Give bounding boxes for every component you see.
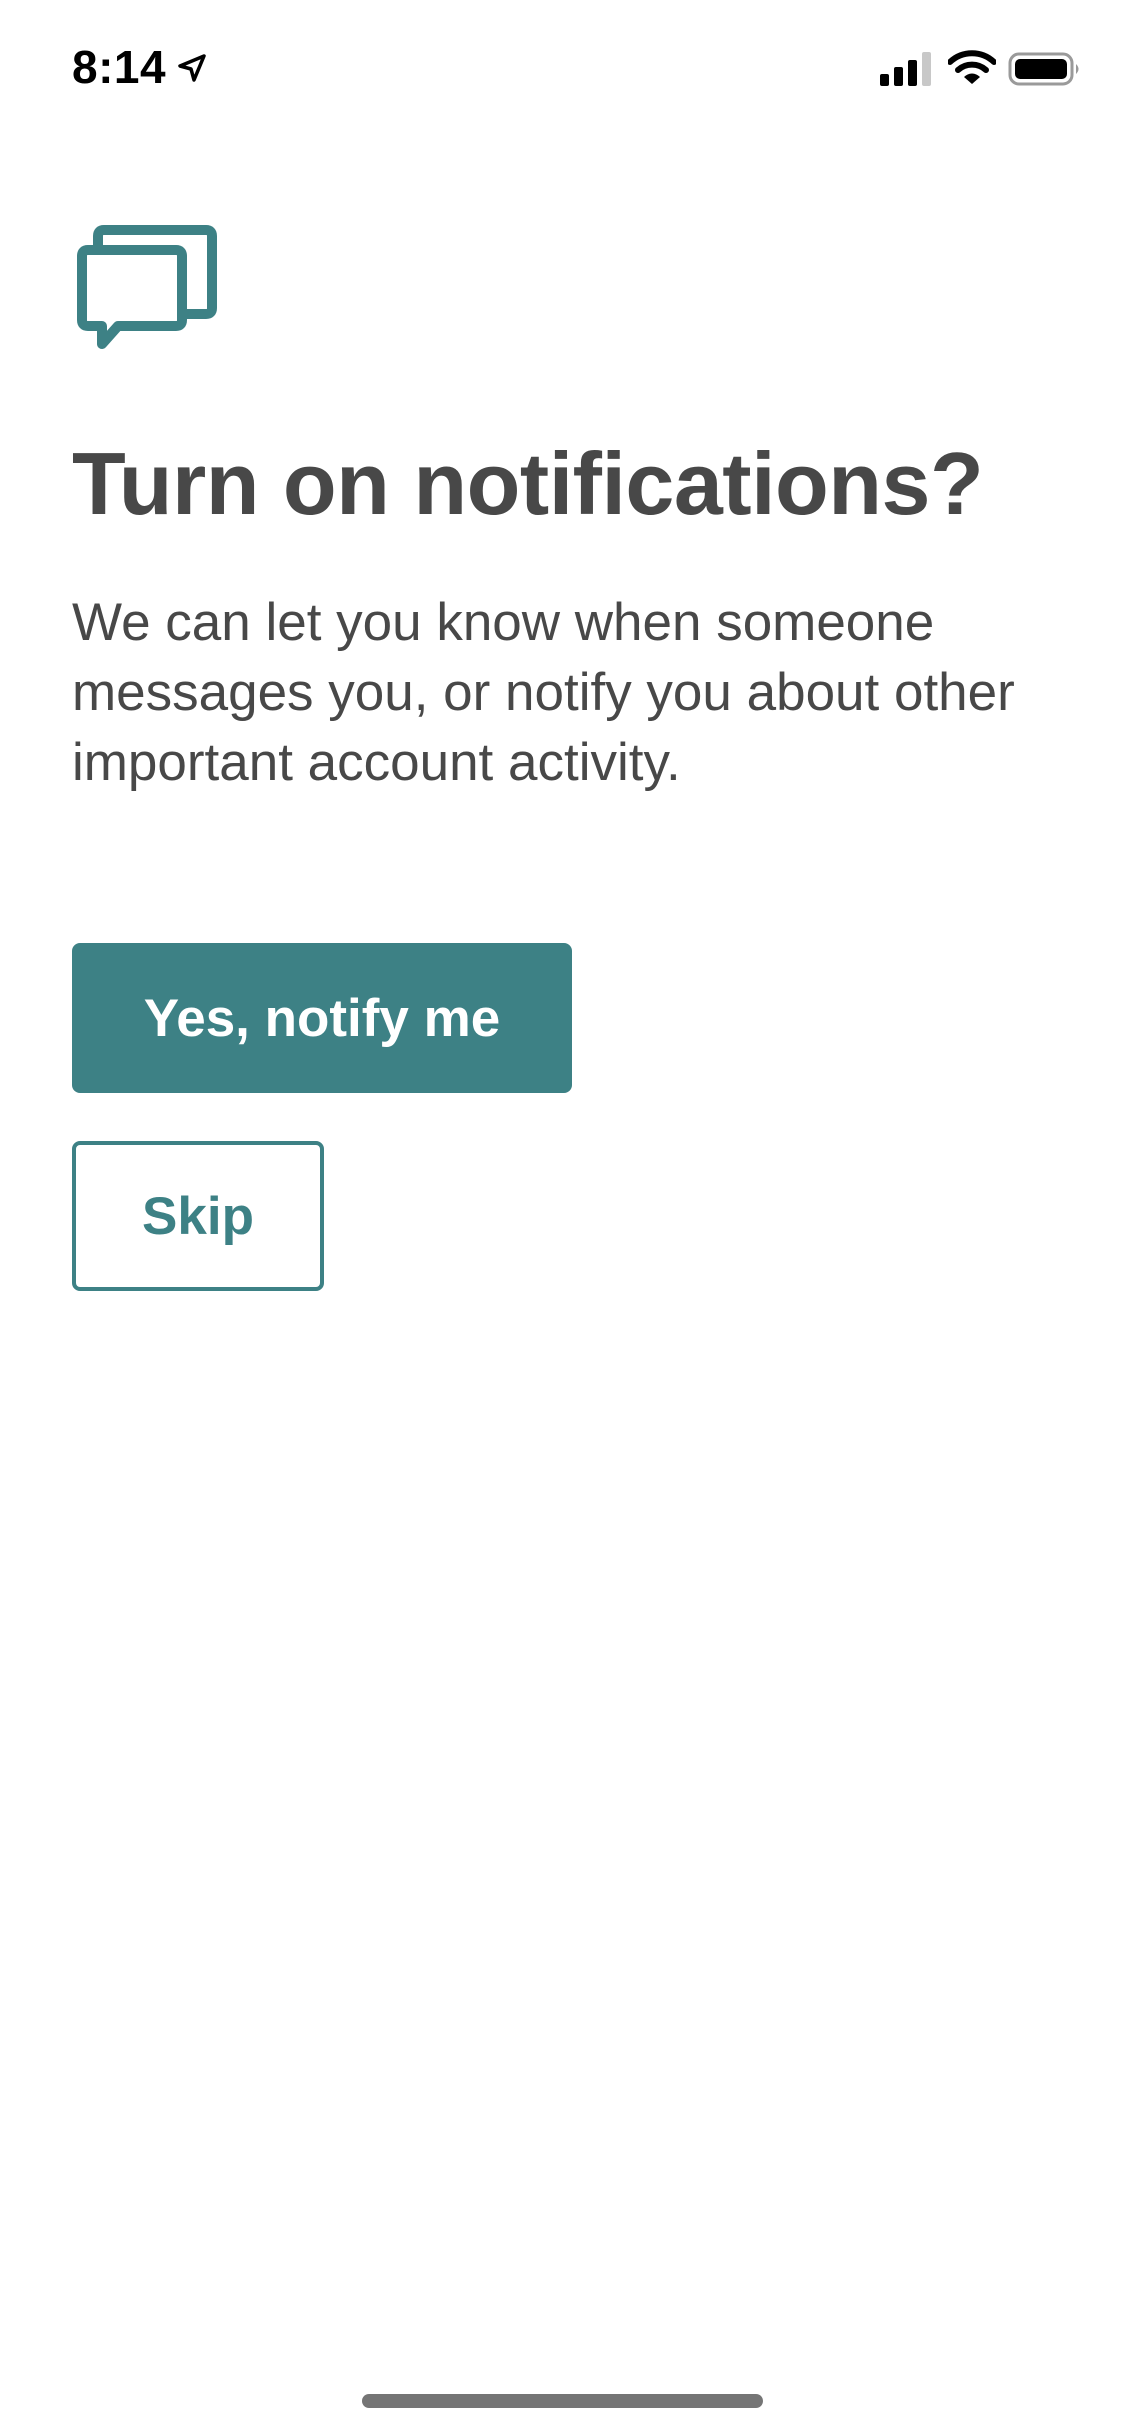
location-arrow-icon [176,52,208,84]
description-text: We can let you know when someone message… [72,593,1015,792]
battery-icon [1008,52,1082,86]
status-bar: 8:14 [0,0,1125,132]
yes-notify-me-button[interactable]: Yes, notify me [72,943,572,1093]
wifi-icon [947,50,997,86]
home-indicator[interactable] [362,2394,763,2408]
status-time: 8:14 [72,41,167,93]
skip-button[interactable]: Skip [72,1141,324,1291]
page-title: Turn on notifications? [72,434,984,533]
chat-bubbles-icon [72,222,218,354]
cellular-signal-icon [880,52,934,86]
